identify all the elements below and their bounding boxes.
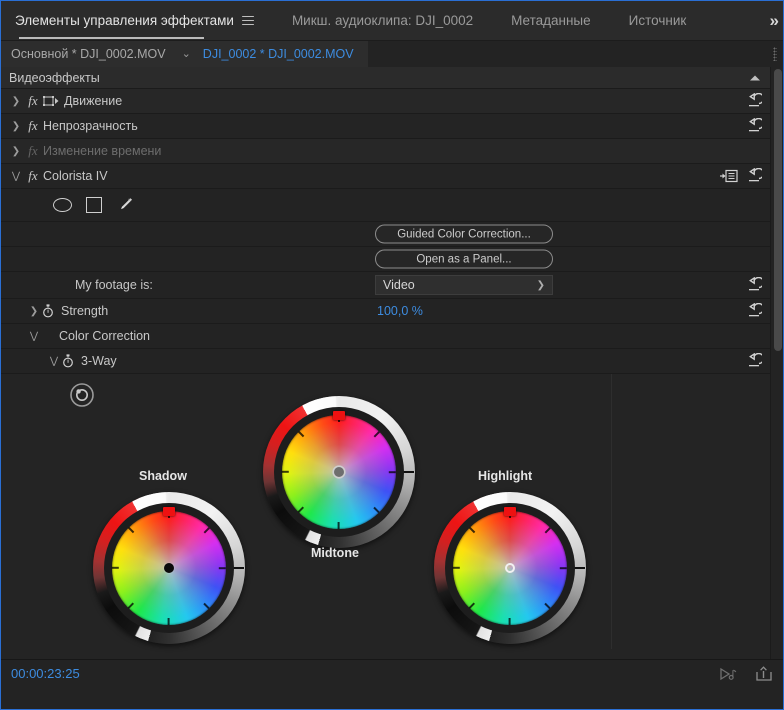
- send-to-panel-icon[interactable]: [720, 169, 738, 183]
- tab-effect-controls-label: Элементы управления эффектами: [15, 13, 234, 39]
- parameter-group-label-color-correction: Color Correction: [59, 329, 151, 343]
- effect-list: Видеоэффекты ❯ fx Движение ❯ fx Непрозра…: [1, 67, 770, 659]
- parameter-label-strength: Strength: [61, 304, 109, 318]
- reset-icon-footage[interactable]: [746, 276, 765, 293]
- tab-source[interactable]: Источник: [625, 1, 701, 41]
- stopwatch-icon-3-way[interactable]: [61, 354, 75, 368]
- color-wheel-label-midtone: Midtone: [311, 546, 359, 560]
- effect-controls-panel: Элементы управления эффектами Микш. ауди…: [0, 0, 784, 710]
- reset-icon-motion[interactable]: [746, 92, 765, 109]
- clip-selector-row: Основной * DJI_0002.MOV ⌄ DJI_0002 * DJI…: [1, 40, 783, 67]
- effect-row-time-remapping-label: Изменение времени: [43, 144, 162, 158]
- shadow-handle[interactable]: [164, 563, 174, 573]
- panel-tab-bar: Элементы управления эффектами Микш. ауди…: [1, 1, 783, 41]
- reset-icon-3-way[interactable]: [746, 352, 765, 369]
- chevron-double-right-icon[interactable]: »: [770, 11, 780, 31]
- disclosure-triangle-3-way[interactable]: ⋁: [47, 356, 61, 367]
- guided-color-correction-button[interactable]: Guided Color Correction...: [375, 224, 553, 244]
- highlight-handle[interactable]: [505, 563, 515, 573]
- chevron-up-icon[interactable]: [750, 75, 760, 80]
- effect-row-time-remapping[interactable]: ❯ fx Изменение времени: [1, 139, 770, 164]
- open-as-panel-row: Open as a Panel...: [1, 247, 770, 272]
- my-footage-is-select[interactable]: Video ❯: [375, 275, 553, 295]
- effect-row-motion-label: Движение: [64, 94, 123, 108]
- disclosure-triangle-color-correction[interactable]: ⋁: [27, 331, 41, 342]
- fx-icon-time-remapping: fx: [28, 143, 38, 158]
- video-effects-group-label: Видеоэффекты: [9, 70, 100, 85]
- timecode-display[interactable]: 00:00:23:25: [1, 666, 80, 681]
- effect-row-colorista-iv[interactable]: ⋁ fx Colorista IV: [1, 164, 770, 189]
- parameter-value-strength[interactable]: 100,0 %: [377, 304, 423, 318]
- parameter-row-strength[interactable]: ❯ Strength 100,0 %: [1, 299, 770, 324]
- bottom-bar-icons: [719, 665, 773, 682]
- tab-effect-controls[interactable]: Элементы управления эффектами: [11, 1, 268, 41]
- tab-metadata-label: Метаданные: [511, 13, 591, 28]
- wheel-area-divider: [611, 374, 612, 649]
- disclosure-triangle-time-remapping[interactable]: ❯: [9, 146, 23, 157]
- color-wheel-label-highlight: Highlight: [478, 469, 533, 483]
- export-frame-icon[interactable]: [755, 665, 773, 682]
- transform-box-icon: [43, 95, 59, 107]
- selected-clip-name[interactable]: DJI_0002 * DJI_0002.MOV: [198, 40, 368, 67]
- fx-icon-opacity: fx: [28, 118, 38, 133]
- color-wheel-midtone[interactable]: [263, 396, 415, 548]
- highlight-top-indicator[interactable]: [504, 507, 516, 516]
- effect-row-opacity-label: Непрозрачность: [43, 119, 138, 133]
- sequence-name[interactable]: Основной * DJI_0002.MOV: [1, 40, 174, 67]
- effect-row-colorista-label: Colorista IV: [43, 169, 108, 183]
- open-as-panel-button[interactable]: Open as a Panel...: [375, 249, 553, 269]
- fx-icon-motion: fx: [28, 93, 38, 108]
- video-effects-group-header[interactable]: Видеоэффекты: [1, 67, 770, 89]
- reset-icon-strength[interactable]: [746, 302, 765, 319]
- vertical-scrollbar-thumb[interactable]: [774, 69, 782, 351]
- effect-row-opacity[interactable]: ❯ fx Непрозрачность: [1, 114, 770, 139]
- tab-audio-clip-mixer-label: Микш. аудиоклипа: DJI_0002: [291, 13, 474, 28]
- clip-row-filler: [367, 40, 783, 67]
- disclosure-triangle-opacity[interactable]: ❯: [9, 121, 23, 132]
- tab-source-label: Источник: [628, 13, 687, 28]
- guided-color-correction-row: Guided Color Correction...: [1, 222, 770, 247]
- effect-controls-content: Видеоэффекты ❯ fx Движение ❯ fx Непрозра…: [1, 67, 783, 659]
- disclosure-triangle-motion[interactable]: ❯: [9, 96, 23, 107]
- fx-icon-colorista: fx: [28, 168, 38, 183]
- my-footage-is-label: My footage is:: [75, 278, 153, 292]
- tab-audio-clip-mixer[interactable]: Микш. аудиоклипа: DJI_0002: [288, 1, 487, 41]
- stopwatch-icon-strength[interactable]: [41, 304, 55, 318]
- panel-menu-icon[interactable]: [241, 15, 254, 27]
- ellipse-mask-icon[interactable]: [53, 198, 72, 212]
- color-wheel-label-shadow: Shadow: [139, 469, 187, 483]
- disclosure-triangle-colorista[interactable]: ⋁: [9, 171, 23, 182]
- mask-tools-row: [1, 189, 770, 222]
- effect-row-motion[interactable]: ❯ fx Движение: [1, 89, 770, 114]
- chevron-down-icon-footage: ❯: [536, 279, 545, 291]
- midtone-top-indicator[interactable]: [333, 411, 345, 420]
- tab-metadata[interactable]: Метаданные: [507, 1, 605, 41]
- shadow-top-indicator[interactable]: [163, 507, 175, 516]
- three-way-color-wheels: Shadow Midtone Highlight: [1, 374, 770, 659]
- color-wheel-highlight[interactable]: [434, 492, 586, 644]
- chevron-down-icon[interactable]: ⌄: [173, 40, 199, 67]
- rectangle-mask-icon[interactable]: [86, 197, 102, 213]
- vertical-scrollbar[interactable]: [770, 67, 783, 659]
- reset-icon-opacity[interactable]: [746, 117, 765, 134]
- pen-mask-icon[interactable]: [116, 196, 134, 214]
- my-footage-is-row: My footage is: Video ❯: [1, 272, 770, 299]
- parameter-group-color-correction[interactable]: ⋁ Color Correction: [1, 324, 770, 349]
- midtone-handle[interactable]: [334, 467, 344, 477]
- play-audio-icon[interactable]: [719, 667, 737, 681]
- parameter-group-label-3-way: 3-Way: [81, 354, 117, 368]
- my-footage-is-value: Video: [383, 278, 415, 292]
- reset-wheels-icon[interactable]: [67, 380, 97, 410]
- panel-resize-grip[interactable]: [773, 46, 777, 61]
- color-wheel-shadow[interactable]: [93, 492, 245, 644]
- reset-icon-colorista[interactable]: [746, 167, 765, 184]
- parameter-group-3-way[interactable]: ⋁ 3-Way: [1, 349, 770, 374]
- disclosure-triangle-strength[interactable]: ❯: [27, 306, 41, 317]
- panel-bottom-bar: 00:00:23:25: [1, 659, 783, 687]
